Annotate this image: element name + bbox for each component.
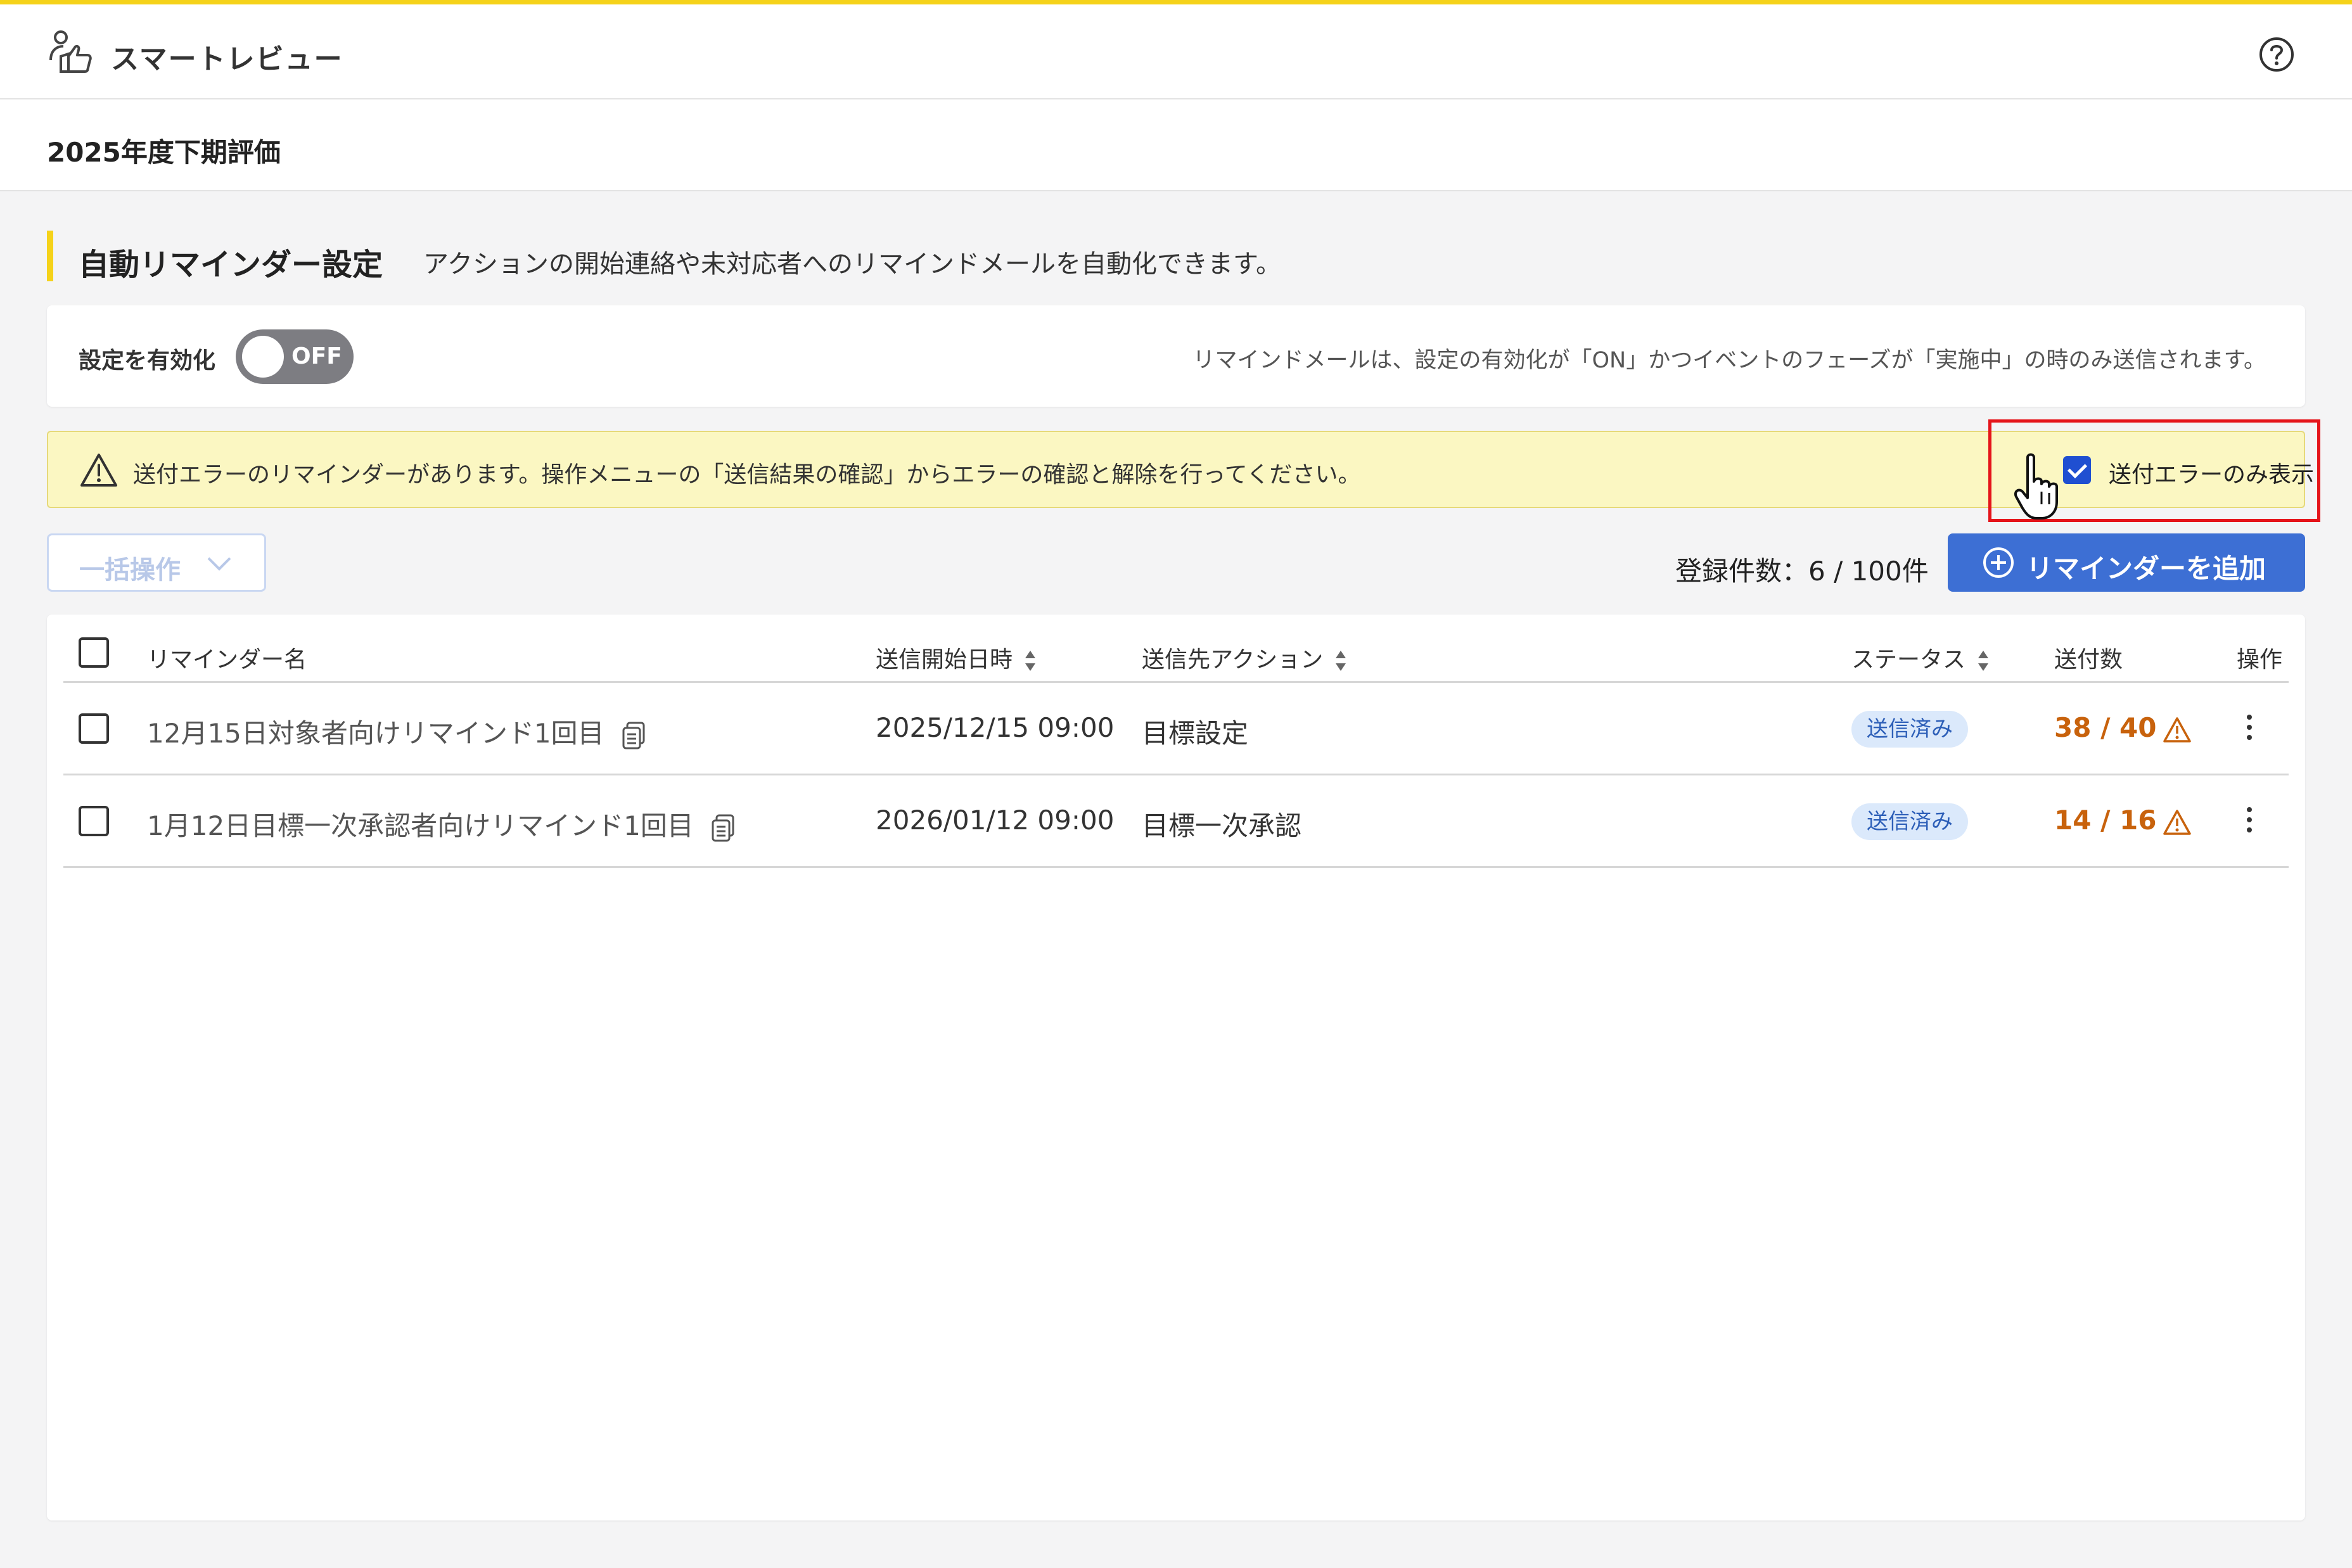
alert-message: 送付エラーのリマインダーがあります。操作メニューの「送信結果の確認」からエラーの… [133, 462, 1361, 488]
top-bar: スマートレビュー [0, 0, 2352, 99]
column-header-status-label: ステータス [1851, 647, 1966, 673]
enable-label: 設定を有効化 [79, 348, 216, 374]
copy-icon[interactable] [622, 722, 645, 749]
enable-settings-card: 設定を有効化 OFF リマインドメールは、設定の有効化が「ON」かつイベントのフ… [47, 305, 2305, 407]
warning-icon [80, 454, 117, 487]
start-datetime: 2026/01/12 09:00 [876, 805, 1115, 836]
select-all-checkbox[interactable] [79, 637, 109, 668]
reminder-name-cell: 12月15日対象者向けリマインド1回目 [147, 712, 645, 751]
copy-icon[interactable] [712, 814, 734, 842]
registered-count: 登録件数：6 / 100件 [1675, 556, 1929, 587]
warning-icon [2163, 717, 2192, 743]
reviewer-thumbs-up-icon [49, 30, 92, 73]
chevron-down-icon [207, 557, 231, 571]
table-row[interactable]: 12月15日対象者向けリマインド1回目 2025/12/15 09:00 目標設… [63, 683, 2289, 775]
enable-note: リマインドメールは、設定の有効化が「ON」かつイベントのフェーズが「実施中」の時… [1192, 348, 2266, 373]
event-title: 2025年度下期評価 [47, 137, 281, 168]
reminder-table: リマインダー名 送信開始日時 送信先アクション ステータス 送付数 操作 12月… [47, 615, 2305, 1520]
add-reminder-button[interactable]: リマインダーを追加 [1948, 533, 2305, 592]
help-circle-icon[interactable] [2258, 36, 2295, 73]
sort-icon[interactable] [1334, 648, 1347, 673]
event-header: 2025年度下期評価 [0, 99, 2352, 191]
bulk-action-dropdown[interactable]: 一括操作 [47, 533, 266, 592]
column-header-name: リマインダー名 [147, 647, 307, 673]
sent-count-cell: 38 / 40 [2054, 712, 2192, 743]
table-row[interactable]: 1月12日目標一次承認者向けリマインド1回目 2026/01/12 09:00 … [63, 775, 2289, 868]
add-reminder-label: リマインダーを追加 [2026, 553, 2266, 584]
section-accent-bar [47, 231, 53, 281]
kebab-menu-icon[interactable] [2243, 712, 2256, 744]
column-header-start-label: 送信開始日時 [876, 647, 1013, 673]
status-badge: 送信済み [1851, 711, 1968, 748]
hand-pointer-cursor-icon [2014, 453, 2058, 519]
column-header-status[interactable]: ステータス [1851, 641, 1990, 674]
column-header-ops: 操作 [2237, 647, 2283, 673]
app-title: スマートレビュー [111, 43, 343, 75]
plus-circle-icon [1983, 547, 2014, 578]
section-title: 自動リマインダー設定 [79, 247, 383, 283]
row-checkbox[interactable] [79, 713, 109, 744]
reminder-name: 12月15日対象者向けリマインド1回目 [147, 718, 604, 749]
status-badge: 送信済み [1851, 803, 1968, 840]
table-header: リマインダー名 送信開始日時 送信先アクション ステータス 送付数 操作 [63, 615, 2289, 683]
toggle-knob [242, 336, 284, 378]
sent-count-cell: 14 / 16 [2054, 805, 2192, 836]
start-datetime: 2025/12/15 09:00 [876, 712, 1115, 743]
bulk-action-label: 一括操作 [79, 556, 181, 585]
section-description: アクションの開始連絡や未対応者へのリマインドメールを自動化できます。 [423, 250, 1281, 279]
error-alert-banner: 送付エラーのリマインダーがあります。操作メニューの「送信結果の確認」からエラーの… [47, 431, 2314, 508]
sort-icon[interactable] [1977, 648, 1990, 673]
row-checkbox[interactable] [79, 806, 109, 836]
toggle-state-text: OFF [291, 343, 342, 369]
sent-count: 38 / 40 [2054, 712, 2157, 743]
sent-count: 14 / 16 [2054, 805, 2157, 836]
kebab-menu-icon[interactable] [2243, 805, 2256, 836]
reminder-name-cell: 1月12日目標一次承認者向けリマインド1回目 [147, 805, 734, 843]
column-header-start[interactable]: 送信開始日時 [876, 641, 1037, 674]
sort-icon[interactable] [1024, 648, 1037, 673]
column-header-action-label: 送信先アクション [1142, 647, 1324, 673]
warning-icon [2163, 809, 2192, 835]
target-action: 目標一次承認 [1142, 810, 1302, 841]
column-header-action[interactable]: 送信先アクション [1142, 641, 1347, 674]
enable-toggle[interactable]: OFF [236, 329, 354, 384]
target-action: 目標設定 [1142, 718, 1249, 749]
reminder-name: 1月12日目標一次承認者向けリマインド1回目 [147, 810, 694, 841]
column-header-sent: 送付数 [2054, 647, 2123, 673]
